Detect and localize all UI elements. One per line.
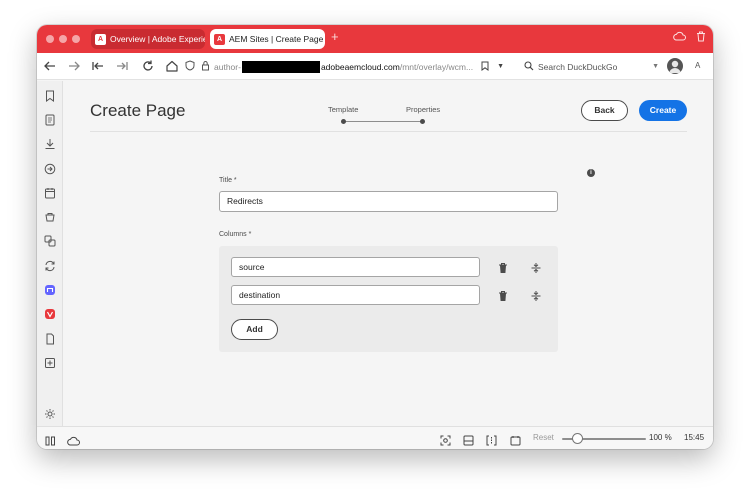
zoom-slider-knob[interactable] [572, 433, 583, 444]
tab-bar: A Overview | Adobe Experie A AEM Sites |… [37, 25, 713, 53]
bookmarks-icon[interactable] [44, 89, 56, 102]
vivaldi-icon[interactable] [44, 307, 56, 319]
delete-trash-icon[interactable] [497, 289, 509, 301]
url-path: /mnt/overlay/wcm... [399, 61, 474, 72]
chevron-down-icon[interactable]: ▼ [497, 63, 504, 70]
fast-forward-icon[interactable] [115, 59, 129, 73]
wizard-step-dot [341, 119, 346, 124]
reorder-handle-icon[interactable] [530, 261, 542, 273]
zoom-level: 100 % [649, 433, 672, 442]
capture-icon[interactable] [440, 433, 451, 449]
new-tab-button[interactable]: + [331, 29, 339, 44]
home-icon[interactable] [165, 59, 179, 73]
back-arrow-icon[interactable] [43, 59, 57, 73]
close-window-button[interactable] [46, 35, 54, 43]
sidebar-panel [37, 81, 63, 426]
history-icon[interactable] [44, 162, 56, 175]
adobe-icon: A [95, 33, 106, 45]
tab-title: Overview | Adobe Experie [110, 34, 205, 44]
cloud-icon[interactable] [673, 31, 686, 44]
browser-window: A Overview | Adobe Experie A AEM Sites |… [37, 25, 713, 449]
create-button[interactable]: Create [639, 100, 687, 121]
delete-trash-icon[interactable] [497, 261, 509, 273]
settings-gear-icon[interactable] [44, 407, 56, 419]
mastodon-icon[interactable] [44, 283, 56, 295]
zoom-reset-button[interactable]: Reset [533, 433, 554, 442]
tab-tiling-icon[interactable] [44, 234, 56, 247]
rewind-icon[interactable] [91, 59, 105, 73]
shield-icon[interactable] [185, 60, 195, 73]
page-title: Create Page [90, 101, 186, 120]
tab-title: AEM Sites | Create Page [229, 34, 324, 44]
bookmark-icon[interactable] [481, 61, 489, 73]
profile-avatar-icon[interactable] [667, 58, 683, 74]
clock: 15:45 [684, 433, 705, 442]
wizard-step-properties: Properties [406, 105, 441, 114]
wizard-steps: Template Properties [327, 105, 445, 125]
forward-arrow-icon[interactable] [67, 59, 81, 73]
columns-field-label: Columns * [219, 231, 252, 238]
search-field[interactable]: Search DuckDuckGo ▼ [524, 58, 659, 75]
downloads-icon[interactable] [44, 137, 56, 149]
calendar-icon[interactable] [44, 186, 56, 199]
sync-icon[interactable] [44, 259, 56, 272]
url-host: adobeaemcloud.com [320, 61, 400, 72]
cloud-sync-icon[interactable] [67, 433, 80, 449]
status-bar: Reset 100 % 15:45 [37, 426, 713, 449]
header-divider [90, 131, 687, 132]
notes-icon[interactable] [44, 332, 56, 345]
tab-overview[interactable]: A Overview | Adobe Experie [91, 29, 205, 49]
translate-icon[interactable] [44, 210, 56, 222]
reload-icon[interactable] [141, 59, 155, 73]
trash-icon[interactable] [696, 31, 706, 45]
tab-create-page[interactable]: A AEM Sites | Create Page [210, 29, 325, 49]
reorder-handle-icon[interactable] [530, 289, 542, 301]
redacted-block [241, 60, 320, 73]
reader-mode-button[interactable]: A [695, 61, 700, 70]
search-placeholder: Search DuckDuckGo [538, 61, 618, 72]
columns-multifield: source destination Add [219, 246, 558, 352]
navigation-toolbar: author- adobeaemcloud.com /mnt/overlay/w… [37, 53, 713, 80]
column-input-destination[interactable]: destination [231, 285, 480, 305]
page-content: Create Page Template Properties Back Cre… [64, 81, 713, 426]
url-prefix: author- [214, 61, 241, 72]
chevron-down-icon[interactable]: ▼ [652, 63, 659, 70]
lock-icon [201, 60, 210, 73]
search-icon [524, 60, 534, 73]
info-icon[interactable]: i [587, 169, 595, 177]
column-input-source[interactable]: source [231, 257, 480, 277]
title-field-label: Title * [219, 177, 237, 184]
back-button[interactable]: Back [581, 100, 628, 121]
wizard-step-dot [420, 119, 425, 124]
minimize-window-button[interactable] [59, 35, 67, 43]
image-toggle-icon[interactable] [510, 433, 521, 449]
title-input[interactable]: Redirects [219, 191, 558, 212]
page-actions-icon[interactable] [486, 433, 497, 449]
add-column-button[interactable]: Add [231, 319, 278, 340]
address-bar[interactable]: author- adobeaemcloud.com /mnt/overlay/w… [185, 58, 517, 75]
tiling-icon[interactable] [463, 433, 474, 449]
panel-toggle-icon[interactable] [45, 433, 56, 449]
wizard-progress-line [343, 121, 422, 122]
wizard-step-template: Template [328, 105, 359, 114]
maximize-window-button[interactable] [72, 35, 80, 43]
reading-list-icon[interactable] [44, 113, 56, 126]
adobe-icon: A [214, 33, 225, 45]
add-panel-icon[interactable] [44, 356, 56, 368]
